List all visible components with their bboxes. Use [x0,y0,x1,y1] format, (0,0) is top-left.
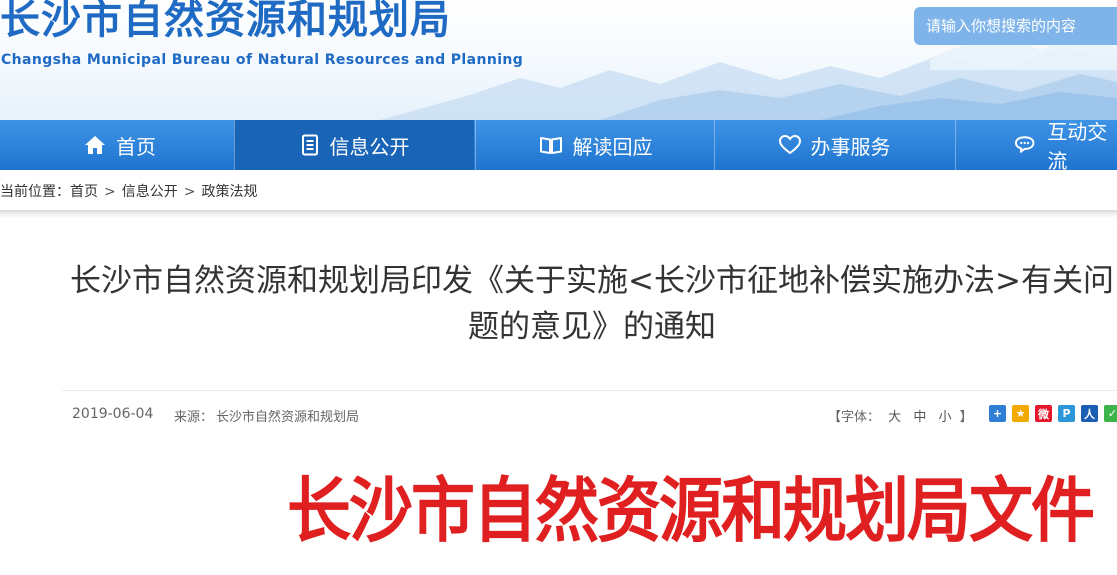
publish-date: 2019-06-04 [72,406,154,422]
breadcrumb-separator: > [104,184,116,200]
search-input[interactable] [926,17,1116,35]
site-title: 长沙市自然资源和规划局 [0,0,451,43]
weibo-icon[interactable]: 微 [1035,405,1052,422]
nav-item-interpretation[interactable]: 解读回应 [475,120,715,170]
document-list-icon [301,134,318,156]
font-size-close: 】 [959,410,973,425]
font-size-open: 【字体： [828,410,881,425]
breadcrumb-separator: > [183,184,196,200]
heart-icon [778,135,801,155]
section-shadow-divider [0,210,1117,218]
breadcrumb-link-policy[interactable]: 政策法规 [201,184,257,200]
tencent-weibo-icon[interactable]: P [1058,405,1075,422]
share-toolbar: + ★ 微 P 人 ✓ [989,405,1117,422]
title-divider [62,390,1117,391]
nav-item-interaction[interactable]: 互动交流 [955,120,1117,173]
home-icon [85,136,105,154]
nav-item-label: 办事服务 [810,134,891,159]
nav-item-label: 互动交流 [1047,120,1108,173]
main-nav: 首页 信息公开 解读回应 办事服务 互动交流 [0,120,1117,173]
font-size-large-button[interactable]: 大 [888,410,901,425]
renren-icon[interactable]: 人 [1081,405,1098,422]
article-title: 长沙市自然资源和规划局印发《关于实施<长沙市征地补偿实施办法>有关问题的意见》的… [70,263,1114,345]
share-more-icon[interactable]: + [989,405,1006,422]
qzone-icon[interactable]: ★ [1012,405,1029,422]
nav-item-label: 解读回应 [572,134,653,159]
wechat-icon[interactable]: ✓ [1104,405,1117,422]
breadcrumb: 当前位置：首页 > 信息公开 > 政策法规 [0,170,1117,210]
search-box[interactable] [914,7,1117,45]
font-size-selector: 【字体： 大 中 小 】 [828,406,973,425]
font-size-small-button[interactable]: 小 [938,410,951,425]
source-label: 来源： [174,410,214,425]
site-subtitle: Changsha Municipal Bureau of Natural Res… [1,52,524,68]
document-red-header: 长沙市自然资源和规划局文件 [287,470,1095,553]
nav-item-home[interactable]: 首页 [0,120,240,170]
breadcrumb-prefix: 当前位置： [0,184,70,200]
chat-bubble-icon [1014,136,1035,153]
site-header: 长沙市自然资源和规划局 Changsha Municipal Bureau of… [0,0,1117,120]
nav-item-label: 首页 [116,134,156,159]
nav-item-label: 信息公开 [329,134,410,159]
nav-item-services[interactable]: 办事服务 [714,120,954,170]
font-size-medium-button[interactable]: 中 [913,410,926,425]
nav-item-info-disclosure[interactable]: 信息公开 [234,120,474,170]
breadcrumb-link-home[interactable]: 首页 [70,184,98,200]
breadcrumb-link-info-disclosure[interactable]: 信息公开 [122,184,178,200]
open-book-icon [539,137,562,154]
source-value: 长沙市自然资源和规划局 [216,410,360,425]
